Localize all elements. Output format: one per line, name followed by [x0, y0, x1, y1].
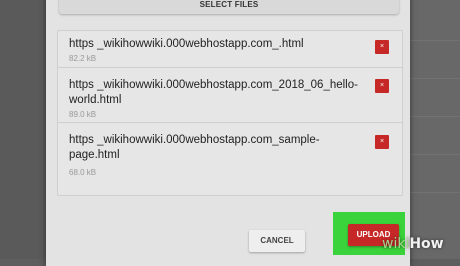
cancel-button[interactable]: CANCEL [249, 230, 305, 252]
background-row-line [410, 116, 460, 117]
file-list: https _wikihowwiki.000webhostapp.com_.ht… [57, 30, 403, 196]
background-row-line [410, 40, 460, 41]
close-icon: × [379, 43, 385, 50]
file-size: 82.2 kB [69, 54, 97, 63]
delete-file-button[interactable]: × [375, 40, 389, 54]
close-icon: × [379, 82, 385, 89]
file-name: https _wikihowwiki.000webhostapp.com_.ht… [69, 38, 304, 50]
background-row-line [410, 78, 460, 79]
watermark-wiki: wiki [382, 236, 410, 252]
file-size: 68.0 kB [69, 168, 97, 177]
background-right-strip [410, 0, 460, 259]
cancel-label: CANCEL [260, 236, 294, 245]
file-item: https _wikihowwiki.000webhostapp.com_sam… [58, 122, 402, 195]
watermark-how: How [409, 236, 444, 252]
wikihow-watermark: wikiHow [382, 236, 444, 256]
background-row-line [410, 154, 460, 155]
file-item: https _wikihowwiki.000webhostapp.com_201… [58, 67, 402, 123]
background-row-line [410, 192, 460, 193]
file-item: https _wikihowwiki.000webhostapp.com_.ht… [58, 31, 402, 68]
delete-file-button[interactable]: × [375, 79, 389, 93]
background-left-strip [0, 0, 46, 259]
file-name: https _wikihowwiki.000webhostapp.com_sam… [69, 134, 320, 161]
delete-file-button[interactable]: × [375, 135, 389, 149]
select-files-button[interactable]: SELECT FILES [59, 0, 399, 14]
file-size: 89.0 kB [69, 110, 97, 119]
select-files-label: SELECT FILES [199, 0, 259, 9]
file-name: https _wikihowwiki.000webhostapp.com_201… [69, 79, 358, 106]
close-icon: × [379, 138, 385, 145]
